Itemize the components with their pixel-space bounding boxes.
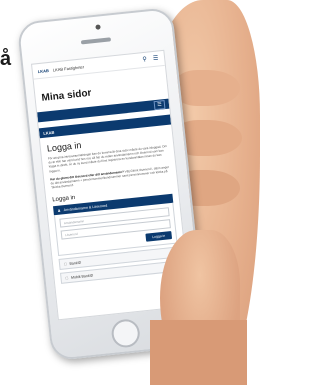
finger: [176, 70, 240, 106]
photo-scene: å LKAB LKAB Fastigheter ⚲ ☰ Mina sidor ☰…: [0, 0, 260, 385]
background-letter: å: [0, 48, 12, 70]
login-button[interactable]: Logga in: [145, 231, 173, 243]
bankid-label: BankID: [69, 260, 82, 266]
user-icon: ♟: [57, 208, 61, 213]
search-icon[interactable]: ⚲: [141, 56, 149, 64]
bankid-icon: □: [63, 261, 67, 267]
earpiece: [80, 37, 112, 45]
nav-menu-icon[interactable]: ☰: [153, 99, 166, 110]
mobile-bankid-label: Mobilt BankID: [70, 273, 94, 280]
site-title: LKAB Fastigheter: [52, 63, 85, 73]
brand-logo[interactable]: LKAB: [38, 67, 50, 73]
menu-icon[interactable]: ☰: [152, 55, 160, 63]
home-button[interactable]: [110, 318, 142, 349]
mobile-bankid-icon: □: [65, 275, 69, 281]
wrist: [150, 320, 247, 385]
strip-label: LKAB: [43, 129, 55, 136]
camera: [95, 24, 101, 30]
